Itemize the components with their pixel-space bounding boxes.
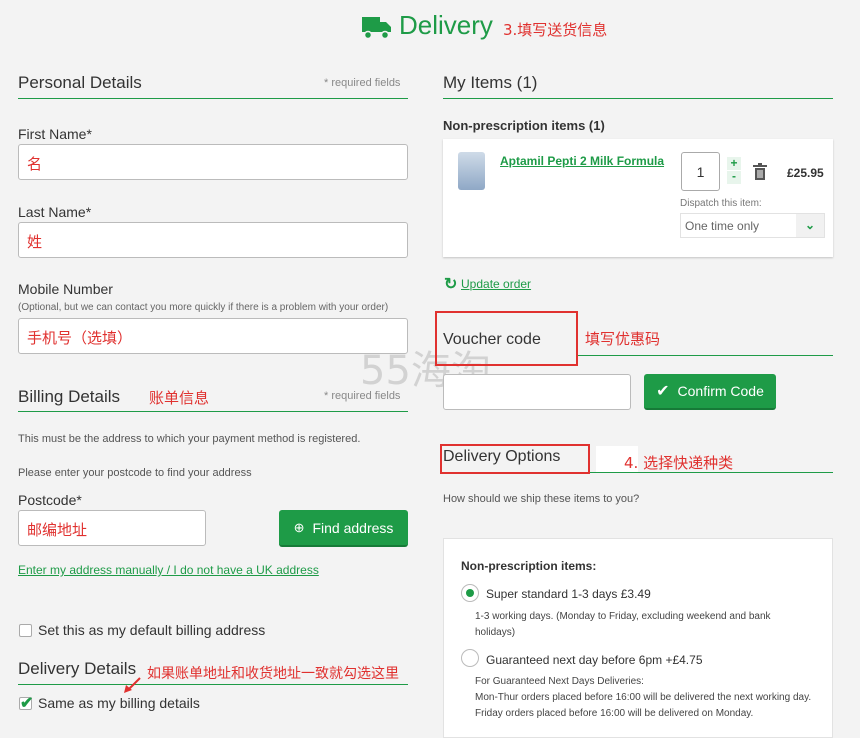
trash-icon[interactable]: [753, 163, 767, 185]
quantity-input[interactable]: 1: [681, 152, 720, 191]
same-as-billing-label: Same as my billing details: [38, 695, 200, 711]
delivery-options-heading: Delivery Options: [443, 448, 561, 465]
shipping-question: How should we ship these items to you?: [443, 493, 640, 505]
annotation-billing: 账单信息: [149, 389, 210, 407]
annotation-delivery: 4. 选择快递种类: [624, 454, 734, 472]
option-super-standard-label[interactable]: Super standard 1-3 days £3.49: [486, 587, 651, 601]
annotation-voucher: 填写优惠码: [585, 330, 661, 348]
confirm-code-label: Confirm Code: [677, 383, 764, 399]
voucher-heading: Voucher code: [443, 331, 541, 348]
divider: [578, 355, 833, 356]
find-address-button[interactable]: ⊕ Find address: [279, 510, 408, 547]
decrease-quantity-button[interactable]: -: [727, 170, 741, 184]
divider: [590, 472, 833, 473]
option-next-day-desc: For Guaranteed Next Days Deliveries: Mon…: [475, 674, 815, 722]
page-title: Delivery: [399, 10, 493, 40]
personal-details-heading: Personal Details: [18, 73, 142, 92]
same-as-billing-checkbox[interactable]: ✔: [19, 695, 33, 712]
divider: [18, 684, 408, 685]
billing-details-heading: Billing Details: [18, 387, 121, 406]
my-items-heading: My Items (1): [443, 73, 538, 92]
mobile-input[interactable]: 手机号（选填）: [18, 318, 408, 354]
confirm-code-button[interactable]: ✔ Confirm Code: [644, 374, 776, 410]
last-name-label: Last Name*: [18, 204, 92, 220]
manual-address-link[interactable]: Enter my address manually / I do not hav…: [18, 563, 319, 577]
option-next-day-label[interactable]: Guaranteed next day before 6pm +£4.75: [486, 653, 703, 667]
option-next-day-radio[interactable]: [461, 649, 479, 667]
delivery-options-card: Non-prescription items: Super standard 1…: [443, 538, 833, 738]
annotation-same-address: 如果账单地址和收货地址一致就勾选这里: [147, 666, 399, 682]
options-group-title: Non-prescription items:: [461, 559, 597, 573]
billing-note: This must be the address to which your p…: [18, 433, 361, 445]
refresh-icon: ↻: [444, 276, 458, 293]
dispatch-selected: One time only: [685, 219, 760, 233]
divider: [18, 411, 408, 412]
product-image: [458, 152, 485, 190]
first-name-input[interactable]: 名: [18, 144, 408, 180]
postcode-prompt: Please enter your postcode to find your …: [18, 467, 252, 479]
check-icon: ✔: [20, 695, 34, 712]
update-order-link[interactable]: Update order: [461, 277, 531, 291]
find-address-label: Find address: [312, 519, 394, 536]
product-price: £25.95: [787, 166, 824, 180]
postcode-label: Postcode*: [18, 492, 82, 508]
default-billing-checkbox[interactable]: [19, 624, 32, 637]
dispatch-select[interactable]: One time only ⌄: [680, 213, 825, 238]
product-link[interactable]: Aptamil Pepti 2 Milk Formula: [500, 154, 664, 168]
dispatch-label: Dispatch this item:: [680, 198, 762, 209]
required-note: * required fields: [324, 390, 401, 402]
desc-line: For Guaranteed Next Days Deliveries:: [475, 676, 644, 687]
default-billing-label: Set this as my default billing address: [38, 622, 266, 638]
items-group-title: Non-prescription items (1): [443, 118, 605, 133]
postcode-input[interactable]: 邮编地址: [18, 510, 206, 546]
voucher-input[interactable]: [443, 374, 631, 410]
delivery-details-heading: Delivery Details: [18, 659, 137, 678]
required-note: * required fields: [324, 77, 401, 89]
crosshair-icon: ⊕: [293, 519, 305, 535]
mobile-label: Mobile Number: [18, 281, 113, 297]
item-card: Aptamil Pepti 2 Milk Formula 1 + - £25.9…: [443, 139, 833, 257]
truck-icon: [362, 14, 392, 45]
annotation-step3: 3.填写送货信息: [503, 21, 608, 39]
desc-line: Friday orders placed before 16:00 will b…: [475, 708, 754, 719]
chevron-down-icon: ⌄: [796, 214, 824, 237]
divider: [443, 98, 833, 99]
desc-line: Mon-Thur orders placed before 16:00 will…: [475, 692, 812, 703]
option-super-standard-desc: 1-3 working days. (Monday to Friday, exc…: [475, 611, 771, 638]
divider: [18, 98, 408, 99]
check-icon: ✔: [656, 383, 670, 400]
last-name-input[interactable]: 姓: [18, 222, 408, 258]
mobile-hint: (Optional, but we can contact you more q…: [18, 302, 389, 313]
option-super-standard-radio[interactable]: [461, 584, 479, 602]
first-name-label: First Name*: [18, 126, 92, 142]
